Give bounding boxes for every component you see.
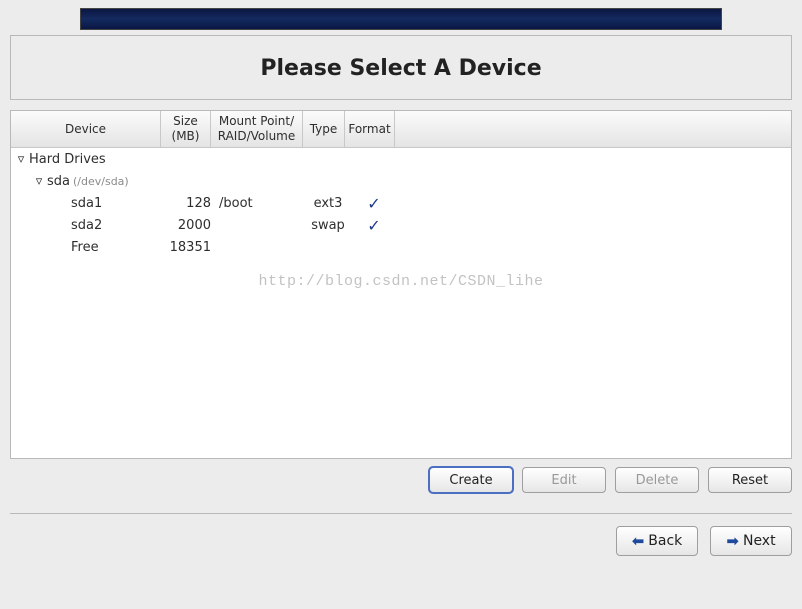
back-button[interactable]: ⬅ Back (616, 526, 698, 556)
partition-row[interactable]: sda1 128 /boot ext3 ✓ (11, 192, 791, 214)
partition-type: swap (307, 218, 349, 233)
arrow-right-icon: ➡ (726, 532, 739, 550)
expand-toggle-icon[interactable]: ▿ (15, 152, 27, 167)
table-body: ▿ Hard Drives ▿ sda (/dev/sda) sda1 128 … (11, 148, 791, 458)
delete-button[interactable]: Delete (615, 467, 699, 493)
table-header: Device Size (MB) Mount Point/ RAID/Volum… (11, 111, 791, 148)
partition-name: Free (71, 240, 99, 255)
expand-toggle-icon[interactable]: ▿ (33, 174, 45, 189)
edit-button[interactable]: Edit (522, 467, 606, 493)
disk-path: (/dev/sda) (73, 175, 129, 188)
col-filler (395, 111, 791, 147)
partition-type: ext3 (307, 196, 349, 211)
partition-size: 128 (165, 196, 215, 211)
col-device-header[interactable]: Device (11, 111, 161, 147)
col-mount-header[interactable]: Mount Point/ RAID/Volume (211, 111, 303, 147)
next-label: Next (743, 533, 776, 549)
nav-buttons: ⬅ Back ➡ Next (0, 514, 802, 566)
partition-size: 18351 (165, 240, 215, 255)
reset-button[interactable]: Reset (708, 467, 792, 493)
action-buttons: Create Edit Delete Reset (0, 459, 802, 503)
col-type-header[interactable]: Type (303, 111, 345, 147)
back-label: Back (648, 533, 682, 549)
disk-row[interactable]: ▿ sda (/dev/sda) (11, 170, 791, 192)
disk-name: sda (47, 174, 70, 189)
partition-name: sda2 (71, 218, 102, 233)
page-title: Please Select A Device (11, 56, 791, 81)
tree-root-label: Hard Drives (29, 152, 106, 167)
device-table: Device Size (MB) Mount Point/ RAID/Volum… (10, 110, 792, 459)
arrow-left-icon: ⬅ (632, 532, 645, 550)
create-button[interactable]: Create (429, 467, 513, 493)
title-row: Please Select A Device (11, 36, 791, 99)
main-panel: Please Select A Device (10, 35, 792, 100)
check-icon: ✓ (367, 194, 380, 213)
partition-row[interactable]: sda2 2000 swap ✓ (11, 214, 791, 236)
partition-name: sda1 (71, 196, 102, 211)
next-button[interactable]: ➡ Next (710, 526, 792, 556)
check-icon: ✓ (367, 216, 380, 235)
tree-root-row[interactable]: ▿ Hard Drives (11, 148, 791, 170)
partition-mount: /boot (215, 196, 307, 211)
col-size-header[interactable]: Size (MB) (161, 111, 211, 147)
col-format-header[interactable]: Format (345, 111, 395, 147)
watermark-text: http://blog.csdn.net/CSDN_lihe (11, 273, 791, 290)
partition-row[interactable]: Free 18351 (11, 236, 791, 258)
top-banner (80, 8, 722, 30)
partition-size: 2000 (165, 218, 215, 233)
